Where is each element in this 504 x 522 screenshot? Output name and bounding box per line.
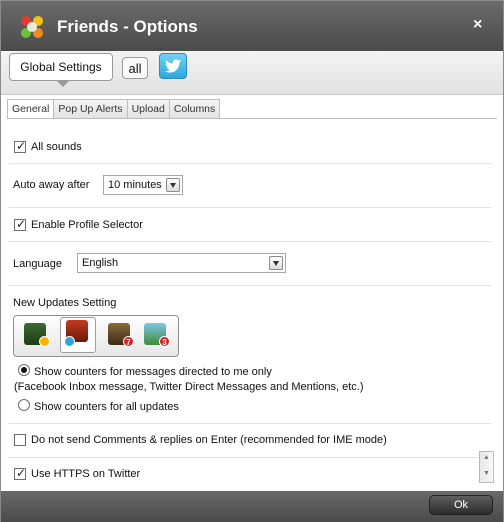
- no-send-enter-checkbox[interactable]: [14, 434, 26, 446]
- twitter-bird-icon: [165, 59, 181, 73]
- notification-badge: 3: [159, 336, 170, 347]
- title-bar: Friends - Options ×: [1, 1, 503, 51]
- directed-only-note: (Facebook Inbox message, Twitter Direct …: [14, 381, 364, 393]
- window-title: Friends - Options: [57, 17, 198, 36]
- tab-popup-alerts[interactable]: Pop Up Alerts: [54, 99, 128, 119]
- chevron-down-icon: [269, 256, 283, 270]
- divider: [9, 241, 491, 242]
- twitter-account-button[interactable]: [159, 53, 187, 79]
- divider: [9, 423, 491, 424]
- auto-away-select[interactable]: 10 minutes: [103, 175, 183, 195]
- divider: [9, 457, 491, 458]
- all-accounts-button[interactable]: all: [122, 57, 148, 79]
- directed-only-label: Show counters for messages directed to m…: [34, 366, 272, 378]
- all-sounds-checkbox[interactable]: [14, 139, 26, 153]
- new-updates-label: New Updates Setting: [13, 297, 117, 309]
- no-send-enter-label: Do not send Comments & replies on Enter …: [31, 434, 387, 446]
- https-twitter-checkbox[interactable]: [14, 466, 26, 480]
- directed-only-radio[interactable]: [18, 364, 30, 376]
- profile-selector-label: Enable Profile Selector: [31, 219, 143, 231]
- notification-badge: 7: [123, 336, 134, 347]
- tab-general[interactable]: General: [7, 99, 55, 119]
- divider: [9, 285, 491, 286]
- language-value: English: [82, 257, 119, 269]
- chevron-down-icon: [166, 178, 180, 192]
- selected-caret-icon: [57, 81, 69, 87]
- tab-columns[interactable]: Columns: [169, 99, 221, 119]
- global-settings-button[interactable]: Global Settings: [9, 53, 113, 81]
- language-select[interactable]: English: [77, 253, 286, 273]
- tab-strip: General Pop Up Alerts Upload Columns: [7, 99, 221, 119]
- toolbar: Global Settings all: [1, 51, 503, 95]
- language-label: Language: [13, 258, 62, 270]
- auto-away-label: Auto away after: [13, 179, 90, 191]
- twitter-icon: [64, 336, 75, 347]
- ok-button[interactable]: Ok: [429, 495, 493, 515]
- all-updates-label: Show counters for all updates: [34, 401, 179, 413]
- all-updates-radio[interactable]: [18, 399, 30, 411]
- close-icon[interactable]: ×: [473, 16, 482, 34]
- all-sounds-label: All sounds: [31, 141, 82, 153]
- general-settings-panel: All sounds Auto away after 10 minutes En…: [1, 119, 491, 491]
- divider: [9, 207, 491, 208]
- divider: [9, 163, 491, 164]
- auto-away-value: 10 minutes: [108, 179, 162, 191]
- footer-bar: Ok: [1, 491, 503, 522]
- tab-upload[interactable]: Upload: [127, 99, 170, 119]
- https-twitter-label: Use HTTPS on Twitter: [31, 468, 141, 480]
- options-window: Friends - Options × Global Settings all …: [0, 0, 504, 522]
- profile-selector-checkbox[interactable]: [14, 217, 26, 231]
- profile-selector: 7 3: [13, 315, 179, 357]
- scrollbar[interactable]: [479, 451, 494, 483]
- friends-logo-icon: [21, 16, 43, 38]
- status-icon: [39, 336, 50, 347]
